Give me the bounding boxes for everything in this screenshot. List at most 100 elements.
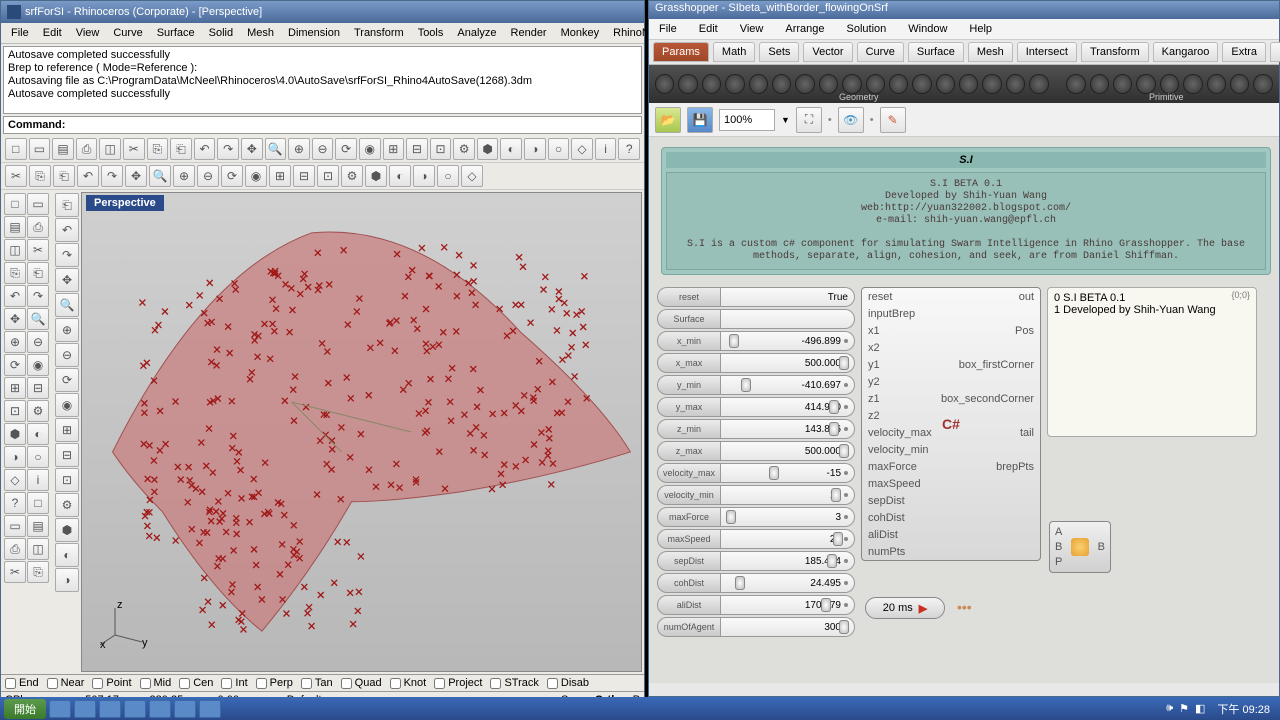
taskbar-item[interactable] [124,700,146,718]
eval-input[interactable]: A [1055,526,1062,538]
shelf-component[interactable] [1113,74,1132,94]
command-prompt[interactable]: Command: [3,116,642,134]
taskbar-item[interactable] [99,700,121,718]
slider-body[interactable]: 170.079 [721,595,855,615]
shelf-component[interactable] [819,74,838,94]
tool-button[interactable]: ○ [27,446,49,468]
slider-reset[interactable]: resetTrue [657,287,855,307]
menu-edit[interactable]: Edit [37,25,68,41]
shelf-component[interactable] [795,74,814,94]
shelf-component[interactable] [1253,74,1272,94]
toolbar-button[interactable]: ⊕ [288,138,310,160]
tool-button[interactable]: 🔍 [55,293,79,317]
toolbar-button[interactable]: ↶ [194,138,216,160]
tool-button[interactable]: ⊟ [27,377,49,399]
toolbar-button[interactable]: ⊖ [312,138,334,160]
gh-tab-kangaroo[interactable]: Kangaroo [1153,42,1219,62]
osnap-end[interactable]: End [5,677,39,689]
toolbar-button[interactable]: ⟳ [335,138,357,160]
eval-input[interactable]: P [1055,556,1062,568]
gh-titlebar[interactable]: Grasshopper - SIbeta_withBorder_flowingO… [649,1,1279,19]
shelf-component[interactable] [1006,74,1025,94]
cs-input[interactable]: cohDist [868,512,905,524]
gh-tab-transform[interactable]: Transform [1081,42,1149,62]
menu-transform[interactable]: Transform [348,25,410,41]
tool-button[interactable]: ⊡ [55,468,79,492]
toolbar-button[interactable]: ▤ [52,138,74,160]
osnap-int[interactable]: Int [221,677,247,689]
cs-input[interactable]: x2 [868,342,880,354]
osnap-quad[interactable]: Quad [341,677,382,689]
menu-curve[interactable]: Curve [107,25,148,41]
toolbar-button[interactable]: ⊞ [383,138,405,160]
osnap-point[interactable]: Point [92,677,131,689]
toolbar-button[interactable]: ✂ [5,165,27,187]
osnap-near[interactable]: Near [47,677,85,689]
toolbar-button[interactable]: ○ [548,138,570,160]
toolbar-button[interactable]: ↶ [77,165,99,187]
tool-button[interactable]: ✥ [55,268,79,292]
start-button[interactable]: 開始 [4,699,46,719]
cs-input[interactable]: z1 [868,393,880,405]
cs-input[interactable]: x1 [868,325,880,337]
tool-button[interactable]: ✥ [4,308,26,330]
tool-button[interactable]: ◉ [27,354,49,376]
zoom-select[interactable] [719,109,775,131]
tool-button[interactable]: ◑ [55,568,79,592]
menu-render[interactable]: Render [505,25,553,41]
tool-button[interactable]: ⊖ [55,343,79,367]
gh-tab-surface[interactable]: Surface [908,42,964,62]
csharp-component[interactable]: C# resetoutinputBrepx1Posx2y1box_firstCo… [861,287,1041,561]
system-tray[interactable]: 🕪 ⚑ ◧ 下午 09:28 [1166,701,1276,717]
open-icon[interactable]: 📂 [655,107,681,133]
cs-output[interactable]: Pos [1015,325,1034,337]
cs-input[interactable]: y2 [868,376,880,388]
shelf-component[interactable] [1207,74,1226,94]
toolbar-button[interactable]: ? [618,138,640,160]
eval-component[interactable]: ABP B [1049,521,1111,573]
osnap-mid[interactable]: Mid [140,677,172,689]
tool-button[interactable]: ◉ [55,393,79,417]
cs-input[interactable]: reset [868,291,892,303]
sketch-icon[interactable]: ✎ [880,107,906,133]
slider-sepDist[interactable]: sepDist185.484 [657,551,855,571]
toolbar-button[interactable]: ◉ [245,165,267,187]
tool-button[interactable]: □ [4,193,26,215]
shelf-component[interactable] [655,74,674,94]
slider-body[interactable]: -496.899 [721,331,855,351]
toolbar-button[interactable]: ⚙ [453,138,475,160]
toolbar-button[interactable]: ◐ [500,138,522,160]
slider-body[interactable] [721,309,855,329]
menu-tools[interactable]: Tools [412,25,450,41]
slider-maxForce[interactable]: maxForce3 [657,507,855,527]
cs-output[interactable]: out [1019,291,1034,303]
shelf-component[interactable] [842,74,861,94]
tool-button[interactable]: ↷ [55,243,79,267]
slider-z_min[interactable]: z_min143.876 [657,419,855,439]
toolbar-button[interactable]: ⎘ [147,138,169,160]
tool-button[interactable]: ⊟ [55,443,79,467]
cs-input[interactable]: velocity_max [868,427,932,439]
slider-body[interactable]: 143.876 [721,419,855,439]
tool-button[interactable]: ◐ [55,543,79,567]
menu-monkey[interactable]: Monkey [555,25,606,41]
tool-button[interactable]: ▭ [4,515,26,537]
osnap-knot[interactable]: Knot [390,677,427,689]
toolbar-button[interactable]: ◇ [461,165,483,187]
shelf-component[interactable] [1029,74,1048,94]
shelf-component[interactable] [1230,74,1249,94]
slider-x_min[interactable]: x_min-496.899 [657,331,855,351]
cs-input[interactable]: aliDist [868,529,898,541]
menu-mesh[interactable]: Mesh [241,25,280,41]
taskbar-item[interactable] [174,700,196,718]
tool-button[interactable]: ↶ [4,285,26,307]
gh-menu-help[interactable]: Help [963,21,998,37]
toolbar-button[interactable]: ⊕ [173,165,195,187]
gh-tab-extra[interactable]: Extra [1222,42,1266,62]
tool-button[interactable]: ▤ [27,515,49,537]
shelf-component[interactable] [678,74,697,94]
slider-body[interactable]: True [721,287,855,307]
gh-menu-file[interactable]: File [653,21,683,37]
gh-tab-vector[interactable]: Vector [803,42,852,62]
menu-surface[interactable]: Surface [151,25,201,41]
